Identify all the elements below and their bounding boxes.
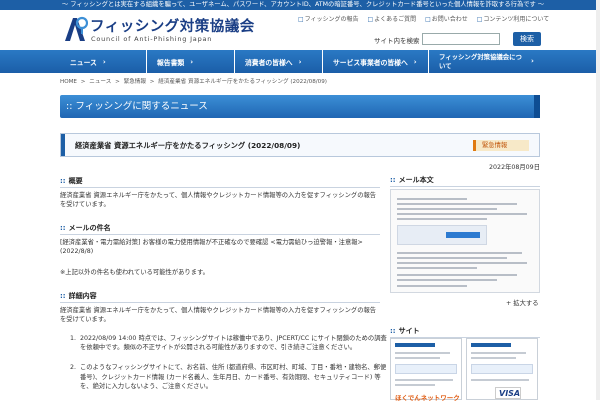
logo-name-en: Council of Anti-Phishing Japan [91, 35, 213, 43]
nav-item-about[interactable]: フィッシング対策協議会について › [429, 50, 540, 73]
square-bullet-icon: □ [476, 16, 483, 23]
section-heading-subject: :: メールの件名 [60, 222, 380, 235]
search-label: サイト内を検索 [374, 37, 420, 45]
visa-logo: VISA [495, 387, 521, 399]
utility-link-faq[interactable]: □よくあるご質問 [367, 16, 416, 23]
site-screenshot-2[interactable]: VISA [466, 338, 538, 400]
summary-text: 経済産業省 資源エネルギー庁をかたって、個人情報やクレジットカード情報等の入力を… [60, 192, 377, 209]
heading-marker-icon: :: [60, 224, 66, 232]
search-button[interactable]: 検索 [513, 32, 541, 46]
detail-list: 1. 2022/08/09 14:00 時点では、フィッシングサイトは稼働中であり… [70, 334, 390, 402]
site-screenshot-1[interactable]: ほくでんネットワーク [390, 338, 462, 402]
chevron-right-icon: › [102, 57, 106, 66]
breadcrumb-separator: > [115, 79, 120, 85]
section-banner: :: フィッシングに関するニュース [60, 95, 540, 118]
square-bullet-icon: □ [425, 16, 431, 23]
chevron-right-icon: › [413, 57, 417, 66]
section-heading-detail: :: 詳細内容 [60, 290, 380, 303]
breadcrumb-home[interactable]: HOME [60, 79, 77, 85]
breadcrumb-news[interactable]: ニュース [89, 79, 111, 85]
site-header: フィッシング対策協議会 Council of Anti-Phishing Jap… [0, 10, 600, 50]
utility-link-report[interactable]: □フィッシングの報告 [298, 16, 359, 23]
site-tagline: ～ フィッシングとは実在する組織を騙って、ユーザネーム、パスワード、アカウントI… [0, 0, 600, 10]
sidebar-heading-mail: :: メール本文 [390, 175, 540, 187]
chevron-right-icon: › [531, 57, 534, 65]
list-item: 2. このようなフィッシングサイトにて、お名前、住所 (都道府県、市区町村、町域、… [70, 363, 390, 391]
logo-mark-icon [65, 16, 88, 41]
section-heading-summary: :: 概要 [60, 175, 380, 188]
zoom-link[interactable]: + 拡大する [506, 298, 538, 307]
nav-item-news[interactable]: ニュース › [60, 50, 147, 73]
breadcrumb-separator: > [149, 79, 155, 85]
nav-item-service-providers[interactable]: サービス事業者の皆様へ › [323, 50, 429, 73]
banner-cap [534, 95, 540, 118]
plus-icon: + [506, 300, 512, 307]
detail-text: 経済産業省 資源エネルギー庁をかたって、個人情報やクレジットカード情報等の入力を… [60, 307, 377, 324]
breadcrumb-separator: > [80, 79, 86, 85]
breadcrumb-urgent[interactable]: 緊急情報 [124, 79, 146, 85]
chevron-right-icon: › [190, 57, 194, 66]
heading-marker-icon: :: [60, 177, 66, 185]
status-badge: 緊急情報 [473, 140, 529, 151]
utility-link-content-usage[interactable]: □コンテンツ利用について [477, 16, 550, 23]
breadcrumb: HOME > ニュース > 緊急情報 > 経済産業省 資源エネルギー庁をかたるフ… [60, 77, 329, 85]
subject-note: ※上記以外の件名も使われている可能性があります。 [60, 269, 209, 276]
square-bullet-icon: □ [367, 16, 374, 23]
list-item-number: 1. [70, 335, 77, 342]
nav-item-consumers[interactable]: 消費者の皆様へ › [235, 50, 323, 73]
square-bullet-icon: □ [298, 16, 304, 23]
search-input[interactable] [422, 33, 500, 45]
utility-links: □フィッシングの報告 □よくあるご質問 □お問い合わせ □コンテンツ利用について [298, 14, 600, 23]
banner-title: :: フィッシングに関するニュース [66, 101, 208, 112]
list-item-number: 2. [70, 364, 77, 372]
site-logo[interactable]: フィッシング対策協議会 Council of Anti-Phishing Jap… [60, 13, 254, 46]
article-title-box: 経済産業省 資源エネルギー庁をかたるフィッシング (2022/08/09) 緊急… [60, 133, 540, 157]
logo-name-jp: フィッシング対策協議会 [90, 19, 255, 35]
title-accent-bar [61, 134, 65, 156]
site-search: サイト内を検索 検索 [374, 31, 544, 49]
scrollbar[interactable] [596, 0, 600, 400]
page-title: 経済産業省 資源エネルギー庁をかたるフィッシング (2022/08/09) [75, 141, 301, 150]
heading-marker-icon: :: [390, 327, 396, 335]
utility-link-contact[interactable]: □お問い合わせ [425, 16, 468, 23]
subject-text: [経済産業省・電力需給対策] お客様の電力使用情報が不正確なので要確認 <電力需… [60, 239, 363, 256]
article-date: 2022年08月09日 [489, 164, 540, 171]
main-nav: ニュース › 報告書類 › 消費者の皆様へ › サービス事業者の皆様へ › フィッシング… [0, 50, 600, 73]
list-item: 1. 2022/08/09 14:00 時点では、フィッシングサイトは稼働中であり… [70, 334, 390, 352]
card-logo-text: ほくでんネットワーク [395, 394, 460, 402]
list-item-text: このようなフィッシングサイトにて、お名前、住所 (都道府県、市区町村、町域、丁目… [80, 364, 387, 390]
chevron-right-icon: › [298, 57, 302, 66]
heading-marker-icon: :: [60, 292, 66, 300]
heading-marker-icon: :: [390, 176, 396, 184]
sidebar-heading-site: :: サイト [390, 326, 540, 338]
nav-item-reports[interactable]: 報告書類 › [147, 50, 235, 73]
mail-screenshot[interactable] [390, 189, 540, 293]
list-item-text: 2022/08/09 14:00 時点では、フィッシングサイトは稼働中であり、J… [80, 335, 387, 352]
breadcrumb-current: 経済産業省 資源エネルギー庁をかたるフィッシング (2022/08/09) [158, 79, 327, 85]
